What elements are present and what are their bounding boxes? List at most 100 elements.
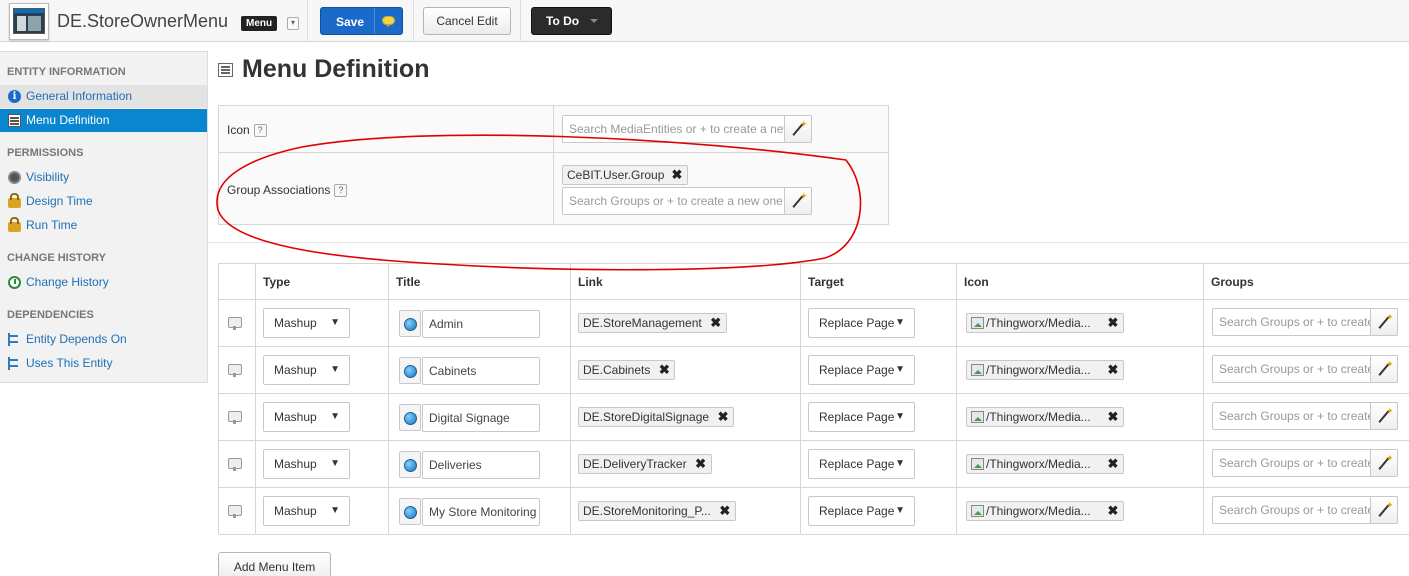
sidebar-item-menu-definition[interactable]: Menu Definition: [0, 109, 207, 132]
target-select[interactable]: Replace Page ▼: [808, 496, 915, 526]
entity-dropdown-toggle-icon[interactable]: ▾: [287, 17, 299, 30]
drag-handle-icon[interactable]: [228, 411, 242, 424]
target-select[interactable]: Replace Page ▼: [808, 402, 915, 432]
remove-icon[interactable]: [1103, 408, 1123, 426]
title-input[interactable]: Deliveries: [422, 451, 540, 479]
groups-picker: [1212, 402, 1398, 430]
sidebar-item-entity-depends-on[interactable]: Entity Depends On: [0, 328, 207, 351]
remove-icon[interactable]: [1103, 455, 1123, 473]
cancel-edit-button[interactable]: Cancel Edit: [423, 7, 511, 35]
magic-wand-icon[interactable]: [1370, 449, 1398, 477]
lock-icon: [8, 193, 21, 208]
groups-search-input[interactable]: [1213, 309, 1371, 335]
sidebar-item-general-information[interactable]: i General Information: [0, 85, 207, 108]
type-select[interactable]: Mashup ▼: [263, 308, 350, 338]
table-row: Mashup ▼ Digital Signage DE.StoreDigitalS…: [219, 394, 1409, 441]
group-chip-label: CeBIT.User.Group: [567, 168, 665, 182]
magic-wand-icon[interactable]: [784, 115, 812, 143]
column-header-groups: Groups: [1211, 275, 1254, 289]
sidebar-item-change-history[interactable]: Change History: [0, 271, 207, 294]
remove-icon[interactable]: [1103, 361, 1123, 379]
dropdown-arrow-icon: ▼: [330, 458, 340, 469]
type-select[interactable]: Mashup ▼: [263, 449, 350, 479]
drag-handle-icon[interactable]: [228, 317, 242, 330]
sidebar-item-design-time[interactable]: Design Time: [0, 190, 207, 213]
section-divider: [208, 242, 1409, 243]
todo-dropdown-button[interactable]: To Do: [531, 7, 612, 35]
globe-icon[interactable]: [399, 310, 421, 337]
magic-wand-icon[interactable]: [784, 187, 812, 215]
link-chip-label: DE.DeliveryTracker: [583, 457, 687, 471]
title-input[interactable]: Admin: [422, 310, 540, 338]
image-icon: [971, 364, 984, 376]
globe-icon[interactable]: [399, 357, 421, 384]
help-icon[interactable]: ?: [253, 124, 267, 138]
globe-icon[interactable]: [399, 451, 421, 478]
add-menu-item-button[interactable]: Add Menu Item: [218, 552, 331, 576]
drag-handle-icon[interactable]: [228, 505, 242, 518]
magic-wand-icon[interactable]: [1370, 308, 1398, 336]
table-divider: [219, 152, 888, 153]
save-button[interactable]: Save: [320, 7, 403, 35]
remove-icon[interactable]: [691, 455, 711, 473]
history-icon: [8, 276, 21, 289]
sidebar-item-label: Menu Definition: [26, 113, 110, 127]
sidebar-item-label: Uses This Entity: [26, 356, 113, 370]
type-select[interactable]: Mashup ▼: [263, 355, 350, 385]
menu-icon: [8, 114, 21, 127]
type-select[interactable]: Mashup ▼: [263, 402, 350, 432]
image-icon: [971, 505, 984, 517]
type-select-value: Mashup: [274, 504, 317, 518]
remove-icon[interactable]: [667, 166, 687, 184]
title-input[interactable]: My Store Monitoring: [422, 498, 540, 526]
drag-handle-icon[interactable]: [228, 458, 242, 471]
target-select[interactable]: Replace Page ▼: [808, 308, 915, 338]
image-icon: [971, 317, 984, 329]
remove-icon[interactable]: [713, 408, 733, 426]
icon-chip-label: /Thingworx/Media...: [986, 363, 1091, 377]
magic-wand-icon[interactable]: [1370, 496, 1398, 524]
sidebar-item-run-time[interactable]: Run Time: [0, 214, 207, 237]
globe-icon[interactable]: [399, 498, 421, 525]
drag-handle-icon[interactable]: [228, 364, 242, 377]
help-icon[interactable]: ?: [334, 184, 348, 198]
remove-icon[interactable]: [1103, 502, 1123, 520]
remove-icon[interactable]: [654, 361, 674, 379]
groups-search-input[interactable]: [1213, 497, 1371, 523]
column-header-type: Type: [263, 275, 291, 289]
magic-wand-icon[interactable]: [1370, 355, 1398, 383]
target-select[interactable]: Replace Page ▼: [808, 355, 915, 385]
title-input[interactable]: Digital Signage: [422, 404, 540, 432]
target-select-value: Replace Page: [819, 316, 895, 330]
dependency-icon: [8, 357, 21, 370]
dropdown-arrow-icon: ▼: [895, 458, 905, 469]
entity-name: DE.StoreOwnerMenu: [57, 11, 229, 31]
remove-icon[interactable]: [715, 502, 735, 520]
sidebar-item-visibility[interactable]: Visibility: [0, 166, 207, 189]
remove-icon[interactable]: [706, 314, 726, 332]
icon-chip: /Thingworx/Media...: [966, 407, 1124, 427]
comment-icon[interactable]: [382, 16, 395, 27]
sidebar-item-uses-this-entity[interactable]: Uses This Entity: [0, 352, 207, 375]
type-select[interactable]: Mashup ▼: [263, 496, 350, 526]
menu-items-table: Type Title Link Target Icon Groups Mashu…: [218, 263, 1409, 535]
groups-search-input[interactable]: [1213, 356, 1371, 382]
lock-icon: [8, 217, 21, 232]
group-search-input[interactable]: [563, 188, 785, 214]
type-select-value: Mashup: [274, 316, 317, 330]
icon-chip: /Thingworx/Media...: [966, 454, 1124, 474]
column-header-target: Target: [808, 275, 844, 289]
remove-icon[interactable]: [1103, 314, 1123, 332]
icon-field-label-text: Icon: [227, 123, 250, 137]
title-input[interactable]: Cabinets: [422, 357, 540, 385]
groups-search-input[interactable]: [1213, 403, 1371, 429]
globe-icon[interactable]: [399, 404, 421, 431]
magic-wand-icon[interactable]: [1370, 402, 1398, 430]
target-select[interactable]: Replace Page ▼: [808, 449, 915, 479]
sidebar-item-label: Change History: [26, 275, 109, 289]
dropdown-arrow-icon: ▼: [895, 505, 905, 516]
link-chip-label: DE.Cabinets: [583, 363, 651, 377]
type-select-value: Mashup: [274, 410, 317, 424]
icon-search-input[interactable]: [563, 116, 785, 142]
groups-search-input[interactable]: [1213, 450, 1371, 476]
